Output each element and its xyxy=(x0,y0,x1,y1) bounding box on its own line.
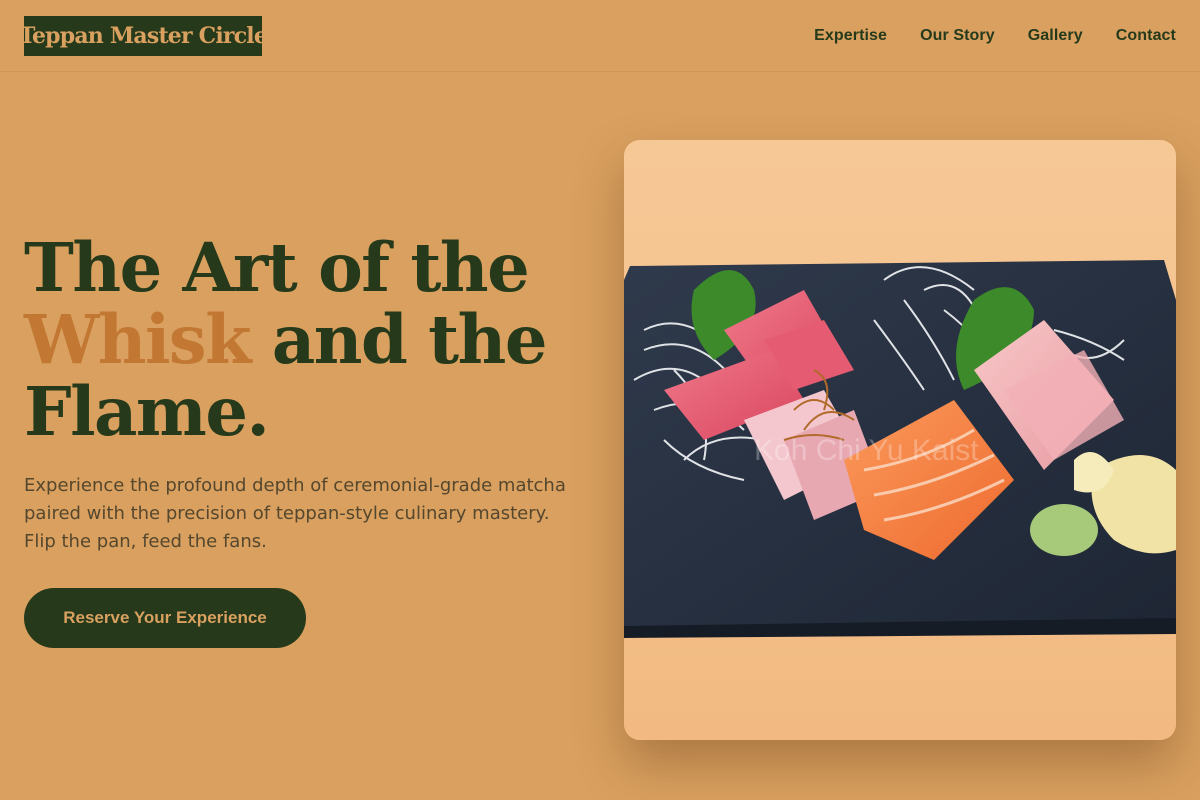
hero-subtitle: Experience the profound depth of ceremon… xyxy=(24,475,566,552)
nav-link-expertise[interactable]: Expertise xyxy=(814,25,887,47)
image-watermark: Koh Chi Yu Kaist xyxy=(754,434,979,467)
nav-link-gallery[interactable]: Gallery xyxy=(1028,25,1083,47)
main-nav: Expertise Our Story Gallery Contact xyxy=(814,25,1176,47)
sashimi-platter-illustration: Koh Chi Yu Kaist xyxy=(624,140,1176,740)
site-header: Teppan Master Circle Expertise Our Story… xyxy=(0,0,1200,72)
site-logo[interactable]: Teppan Master Circle xyxy=(19,16,268,56)
hero-image: Koh Chi Yu Kaist xyxy=(624,140,1176,740)
headline-line-1: The Art of the xyxy=(24,228,530,307)
headline-line-3: Flame. xyxy=(24,372,270,451)
headline-line-2: Whisk and the xyxy=(24,304,604,376)
reserve-experience-button[interactable]: Reserve Your Experience xyxy=(24,588,306,648)
headline-accent-word: Whisk xyxy=(24,300,252,379)
hero-headline: The Art of the Whisk and the Flame. xyxy=(24,232,604,448)
headline-line-2-rest: and the xyxy=(250,300,548,379)
nav-link-our-story[interactable]: Our Story xyxy=(920,25,995,47)
nav-link-contact[interactable]: Contact xyxy=(1116,25,1176,47)
